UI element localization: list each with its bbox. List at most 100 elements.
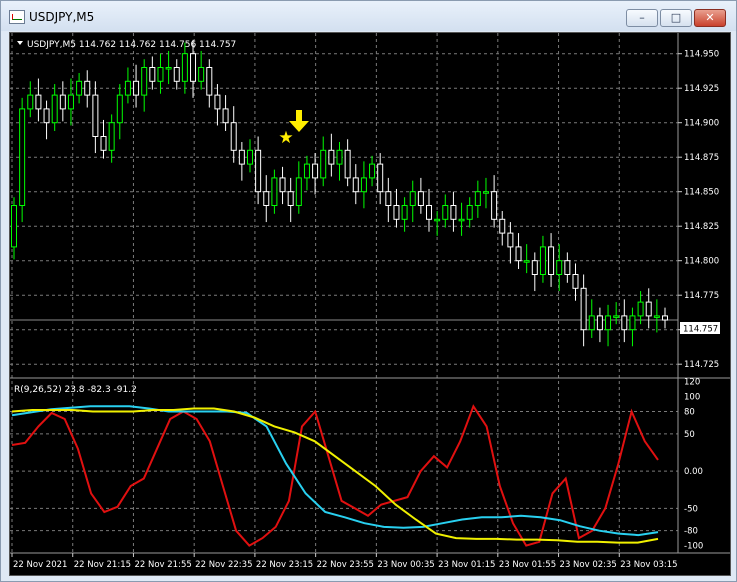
time-label: 23 Nov 01:15 — [438, 560, 495, 570]
candle — [287, 177, 294, 223]
time-label: 23 Nov 03:15 — [620, 560, 677, 570]
indicator-level-label: 100 — [684, 393, 700, 403]
candle — [605, 304, 612, 347]
indicator-header: R(9,26,52) 23.8 -82.3 -91.2 — [14, 385, 137, 395]
price-label: 114.850 — [684, 188, 719, 198]
candle — [369, 155, 376, 187]
candle — [173, 59, 180, 90]
time-label: 22 Nov 23:55 — [317, 560, 374, 570]
chart-canvas[interactable]: USDJPY,M5 114.762 114.762 114.756 114.75… — [10, 33, 730, 575]
candle — [523, 244, 530, 274]
candle — [637, 291, 644, 325]
candle — [377, 153, 384, 205]
candle — [165, 50, 172, 85]
candle — [499, 211, 506, 246]
symbol-header: USDJPY,M5 114.762 114.762 114.756 114.75… — [27, 40, 236, 50]
time-label: 23 Nov 00:35 — [377, 560, 434, 570]
price-candles — [11, 39, 668, 347]
indicator-level-label: -50 — [684, 504, 698, 514]
candle — [76, 73, 83, 104]
candle — [482, 177, 489, 209]
candle — [27, 81, 34, 118]
current-price-box: 114.757 — [680, 322, 720, 335]
title-bar[interactable]: USDJPY,M5 – □ ✕ — [1, 1, 736, 31]
time-axis-labels: 22 Nov 2021 22 Nov 21:15 22 Nov 21:55 22 No… — [11, 553, 678, 570]
window-title: USDJPY,M5 — [29, 10, 95, 24]
candle — [222, 95, 229, 131]
indicator-level-label: -100 — [684, 542, 703, 552]
price-label: 114.950 — [684, 50, 719, 60]
candle — [303, 155, 310, 191]
candle — [214, 84, 221, 126]
time-label: 23 Nov 01:55 — [499, 560, 556, 570]
candle — [393, 188, 400, 228]
price-label: 114.875 — [684, 153, 719, 163]
candle — [548, 233, 555, 287]
candle — [100, 119, 107, 159]
candle — [149, 56, 156, 90]
price-label: 114.775 — [684, 291, 719, 301]
time-label: 22 Nov 21:15 — [74, 560, 131, 570]
candle — [59, 81, 66, 122]
time-label: 22 Nov 23:15 — [256, 560, 313, 570]
candle — [181, 42, 188, 94]
price-label: 114.925 — [684, 84, 719, 94]
candle — [417, 177, 424, 214]
candle — [531, 252, 538, 292]
candle — [344, 139, 351, 187]
candle — [653, 299, 660, 333]
indicator-level-label: -80 — [684, 527, 698, 537]
maximize-button[interactable]: □ — [660, 9, 692, 27]
candle — [442, 194, 449, 228]
chart-area[interactable]: USDJPY,M5 114.762 114.762 114.756 114.75… — [9, 32, 731, 576]
candle — [434, 211, 441, 236]
candle — [92, 81, 99, 154]
indicator-level-label: 0.00 — [684, 467, 703, 477]
candle — [255, 136, 262, 205]
candle — [246, 139, 253, 173]
minimize-button[interactable]: – — [626, 9, 658, 27]
indicator-level-label: 120 — [684, 378, 700, 388]
candle — [613, 302, 620, 325]
candle — [572, 263, 579, 301]
candle — [238, 142, 245, 181]
time-label: 22 Nov 21:55 — [134, 560, 191, 570]
dropdown-triangle-icon[interactable] — [17, 41, 23, 45]
price-label: 114.800 — [684, 257, 719, 267]
time-label: 22 Nov 22:35 — [195, 560, 252, 570]
candle — [263, 175, 270, 223]
candle — [108, 114, 115, 163]
candle — [409, 180, 416, 223]
candle — [51, 84, 58, 131]
candle — [360, 161, 367, 209]
candle — [19, 97, 26, 223]
terminal-window: USDJPY,M5 – □ ✕ USDJPY,M5 114.762 114.76… — [0, 0, 737, 582]
candle — [336, 142, 343, 181]
candle — [312, 153, 319, 195]
candle — [271, 169, 278, 214]
indicator-line-1 — [11, 404, 659, 547]
candle — [124, 67, 131, 104]
candle — [230, 106, 237, 163]
candle — [320, 136, 327, 187]
chart-grid — [10, 33, 678, 553]
candle — [133, 64, 140, 108]
candle — [206, 59, 213, 108]
close-button[interactable]: ✕ — [694, 9, 726, 27]
candle — [507, 222, 514, 264]
chart-window-icon — [9, 10, 25, 24]
candle — [35, 78, 42, 122]
candle — [515, 233, 522, 269]
candle — [458, 202, 465, 236]
candle — [645, 288, 652, 329]
svg-text:114.757: 114.757 — [683, 325, 718, 335]
candle — [279, 166, 286, 205]
candle — [662, 307, 668, 329]
candle — [556, 244, 563, 292]
candle — [588, 299, 595, 338]
candle — [426, 188, 433, 232]
candle — [629, 307, 636, 347]
candle — [596, 307, 603, 343]
star-marker-icon: ★ — [278, 128, 293, 148]
candle — [466, 197, 473, 228]
